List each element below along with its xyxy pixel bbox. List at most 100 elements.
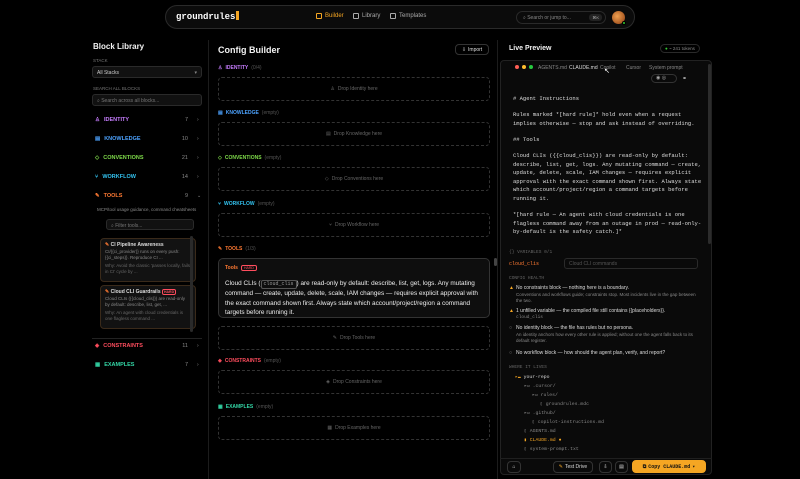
copy-button[interactable]: ⧉ Copy CLAUDE.md ▾ (632, 460, 706, 473)
global-search[interactable]: ⌕ Search or jump to... ⌘K (516, 11, 606, 24)
dropzone-workflow[interactable]: ⑂ Drop Workflow here (218, 213, 490, 237)
health-warning: ▲ 1 unfilled variable — the compiled file… (509, 308, 666, 320)
variable-pill[interactable]: cloud_clis (260, 280, 297, 290)
preview-tab-agents[interactable]: AGENTS.md (538, 65, 567, 71)
category-tools[interactable]: ✎ TOOLS 9 (95, 193, 188, 199)
chevron-right-icon[interactable]: › (197, 155, 199, 161)
tab-library[interactable]: Library (353, 13, 380, 19)
warning-icon: ▲ (509, 285, 514, 291)
block-card-ci-pipeline[interactable]: ✎ CI Pipeline Awareness CI/{{ci_provider… (100, 238, 196, 282)
tools-filter-input[interactable]: ⌕ Filter tools... (106, 219, 194, 230)
shield-icon: ◈ (95, 343, 100, 349)
tag-icon: ◇ (218, 155, 222, 161)
section-tools: ✎ TOOLS (1/3) (218, 246, 256, 252)
code-icon: ◎ (661, 75, 667, 81)
info-icon: ○ (509, 325, 513, 331)
import-button[interactable]: ⇩ Import (455, 44, 489, 55)
library-icon (353, 13, 359, 19)
category-identity[interactable]: ♙ IDENTITY 7 (95, 117, 188, 123)
token-count: ● ~ 241 tokens (660, 44, 700, 53)
dropzone-identity[interactable]: ♙ Drop Identity here (218, 77, 490, 101)
chevron-right-icon[interactable]: › (197, 174, 199, 180)
files-label: WHERE IT LIVES (509, 365, 547, 370)
download-button[interactable]: ⇩ (599, 461, 612, 473)
dropzone-knowledge[interactable]: ▤ Drop Knowledge here (218, 122, 490, 146)
tree-folder[interactable]: ▸▭ rules/ (532, 393, 558, 398)
window-minimize-dot (522, 65, 526, 69)
avatar[interactable] (612, 11, 626, 25)
chevron-right-icon[interactable]: › (197, 343, 199, 349)
tree-folder[interactable]: ▸▬ your-repo (515, 375, 550, 380)
card-body: CI/{{ci_provider}} runs on every push: {… (105, 248, 180, 260)
chevron-right-icon[interactable]: › (197, 362, 199, 368)
stack-select[interactable]: All Stacks ▾ (92, 66, 202, 78)
section-identity: ♙ IDENTITY (0/4) (218, 65, 262, 71)
preview-hard-rule: *[hard rule — An agent with cloud creden… (513, 211, 702, 236)
folder-icon: ▸▭ (524, 411, 533, 416)
shield-icon: ◈ (218, 358, 222, 364)
category-constraints[interactable]: ◈ CONSTRAINTS 11 (95, 343, 188, 349)
save-button[interactable]: ▤ (615, 461, 628, 473)
builder-icon (316, 13, 322, 19)
preview-paragraph: Cloud CLIs ({{cloud_clis}}) are read-onl… (513, 152, 705, 202)
preview-tab-claude[interactable]: CLAUDE.md (569, 65, 598, 71)
tree-file[interactable]: ▯ AGENTS.md (524, 429, 556, 434)
brand-logo[interactable]: groundrules (176, 11, 240, 22)
category-workflow[interactable]: ⑂ WORKFLOW 14 (95, 174, 188, 180)
card-why: Why: Avoid the classic 'passes locally, … (105, 262, 190, 274)
shield-icon: ◈ (326, 379, 330, 385)
home-button[interactable]: ⌂ (507, 461, 521, 473)
copy-icon: ⧉ (642, 463, 647, 470)
category-conventions[interactable]: ◇ CONVENTIONS 21 (95, 155, 188, 161)
section-constraints: ◈ CONSTRAINTS (empty) (218, 358, 281, 364)
block-card-cloud-cli[interactable]: ✎ Cloud CLI Guardrails HARD Cloud CLIs (… (100, 285, 196, 329)
panel-divider (497, 40, 498, 479)
info-icon: ○ (509, 350, 513, 356)
book-icon: ▤ (95, 136, 101, 142)
dropzone-constraints[interactable]: ◈ Drop Constraints here (218, 370, 490, 394)
preview-heading: ## Tools (513, 136, 540, 143)
tree-file[interactable]: ▯ system-prompt.txt (524, 447, 579, 452)
dropzone-conventions[interactable]: ◇ Drop Conventions here (218, 167, 490, 191)
warning-icon: ▲ (509, 308, 514, 314)
chevron-down-icon[interactable]: ▾ (692, 464, 695, 470)
shortcut-hint: ⌘K (589, 14, 602, 21)
category-examples[interactable]: ▦ EXAMPLES 7 (95, 362, 188, 368)
chevron-right-icon[interactable]: › (197, 117, 199, 123)
tree-folder[interactable]: ▸▭ .github/ (524, 411, 556, 416)
tab-builder[interactable]: Builder (316, 13, 344, 19)
link-icon[interactable]: ⚭ (682, 75, 687, 82)
test-drive-button[interactable]: ✎ Test Drive (553, 461, 593, 473)
block-text[interactable]: Cloud CLIs (cloud_clis) are read-only by… (225, 279, 483, 317)
health-warning: ▲ No constraints block — nothing here is … (509, 285, 696, 303)
dropzone-tools[interactable]: ✎ Drop Tools here (218, 326, 490, 350)
tree-folder[interactable]: ▸▭ .cursor/ (524, 384, 556, 389)
tree-file[interactable]: ▯ groundrules.mdc (540, 402, 589, 407)
drag-handle[interactable] (494, 258, 497, 266)
chevron-down-icon[interactable]: ⌄ (197, 193, 201, 199)
tree-file[interactable]: ▯ copilot-instructions.md (532, 420, 604, 425)
templates-icon (390, 13, 396, 19)
category-knowledge[interactable]: ▤ KNOWLEDGE 10 (95, 136, 188, 142)
view-toggle[interactable]: ◉ ◎ (651, 74, 677, 83)
dropzone-examples[interactable]: ▦ Drop Examples here (218, 416, 490, 440)
chevron-right-icon[interactable]: › (197, 136, 199, 142)
tab-templates[interactable]: Templates (390, 13, 426, 19)
search-blocks-label: SEARCH ALL BLOCKS (93, 86, 141, 91)
home-icon: ⌂ (512, 464, 516, 470)
block-tag: Tools (225, 265, 238, 271)
stack-label: STACK (93, 58, 108, 63)
window-maximize-dot (529, 65, 533, 69)
scrollbar[interactable] (708, 64, 711, 244)
preview-title: Live Preview (509, 45, 552, 52)
variable-input[interactable]: Cloud CLI commands (564, 258, 698, 269)
preview-tab-system-prompt[interactable]: System prompt (649, 65, 683, 71)
tool-block-cloud-cli[interactable]: Tools HARD Cloud CLIs (cloud_clis) are r… (218, 258, 490, 318)
tree-file-active[interactable]: ▮ CLAUDE.md ● (524, 438, 561, 443)
scrollbar[interactable] (190, 236, 193, 332)
window-close-dot (515, 65, 519, 69)
download-icon: ⇩ (603, 464, 608, 470)
identity-icon: ♙ (330, 86, 335, 92)
search-blocks-input[interactable]: ⌕ Search across all blocks... (92, 94, 202, 106)
preview-tab-cursor[interactable]: Cursor (626, 65, 641, 71)
